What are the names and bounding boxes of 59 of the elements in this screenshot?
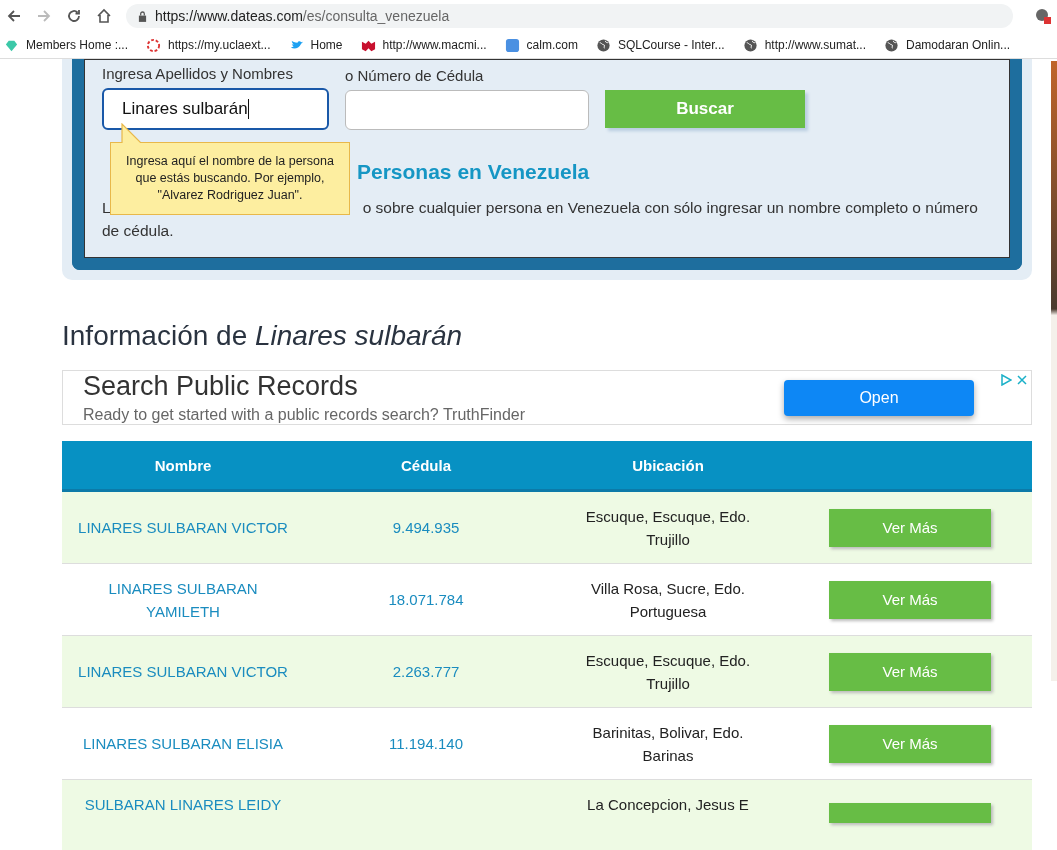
location-text: Barinitas, Bolivar, Edo. Barinas [591, 722, 745, 766]
globe-icon [884, 37, 899, 53]
bookmark[interactable]: Home [288, 37, 343, 53]
bookmark[interactable]: https://my.uclaext... [146, 37, 271, 53]
field-label: Ingresa Apellidos y Nombres [102, 65, 294, 82]
forward-icon[interactable] [36, 8, 52, 24]
lock-icon [138, 10, 147, 22]
section-heading: Personas en Venezuela [357, 160, 590, 184]
address-bar[interactable]: https://www.dateas.com/es/consulta_venezuela [126, 4, 1013, 28]
ring-icon [146, 37, 162, 53]
person-name-link[interactable]: LINARES SULBARAN ELISIA [82, 732, 284, 755]
id-number-link[interactable]: 2.263.777 [392, 663, 460, 680]
person-name-link[interactable]: SULBARAN LINARES LEIDY [84, 793, 282, 816]
bookmark[interactable]: Members Home :... [4, 37, 129, 53]
location-text: Escuque, Escuque, Edo. Trujillo [584, 650, 752, 694]
bookmark[interactable]: Damodaran Onlin... [884, 37, 1011, 53]
reload-icon[interactable] [66, 8, 82, 24]
ad-subtitle: Ready to get started with a public records search? TruthFinder [83, 406, 526, 424]
extension-icon[interactable] [1035, 8, 1051, 24]
location-text: Escuque, Escuque, Edo. Trujillo [584, 506, 752, 550]
open-button[interactable]: Open [784, 379, 974, 416]
hint-tooltip: Ingresa aquí el nombre de la persona que estás buscando. Por ejemplo, "Alvarez Rodriguez Juan". [110, 142, 350, 215]
view-more-button[interactable]: Ver Más [829, 508, 991, 547]
ad-title: Search Public Records [83, 371, 359, 402]
bookmark[interactable]: http://www.sumat... [742, 37, 866, 53]
url-text: https://www.dateas.com/es/consulta_venezuela [155, 8, 450, 24]
column-header: Cédula [400, 456, 452, 474]
close-icon[interactable] [1016, 374, 1028, 386]
column-header: Ubicación [631, 456, 705, 474]
results-title: Información de Linares sulbarán [62, 320, 464, 352]
id-number-link[interactable]: 18.071.784 [388, 591, 464, 608]
view-more-button[interactable]: Ver Más [829, 724, 991, 763]
bookmark[interactable]: SQLCourse - Inter... [595, 37, 725, 53]
globe-icon [595, 37, 611, 53]
description-text: L [102, 198, 111, 218]
back-icon[interactable] [6, 8, 22, 24]
home-icon[interactable] [96, 8, 112, 24]
name-input-field[interactable]: Linares sulbarán [102, 88, 329, 130]
id-number-input-field[interactable] [345, 90, 589, 130]
field-label: o Número de Cédula [345, 67, 485, 84]
description-text: o sobre cualquier persona en Venezuela con sólo ingresar un nombre completo o número [362, 198, 978, 218]
description-text: de cédula. [102, 221, 175, 241]
tooltip-pointer [120, 123, 144, 143]
view-more-button[interactable]: Ver Más [829, 580, 991, 619]
location-text: Villa Rosa, Sucre, Edo. Portuguesa [590, 578, 746, 622]
bookmark[interactable]: http://www.macmi... [360, 37, 487, 53]
id-number-link[interactable]: 11.194.140 [389, 735, 463, 752]
column-header: Nombre [153, 456, 213, 474]
id-number-link[interactable]: 9.494.935 [392, 519, 460, 536]
person-name-link[interactable]: LINARES SULBARAN VICTOR [78, 516, 288, 539]
search-button[interactable]: Buscar [605, 90, 805, 128]
app-icon [504, 37, 520, 53]
view-more-button[interactable]: Ver Más [829, 652, 991, 691]
ad-choices-icon[interactable] [1000, 374, 1012, 386]
bookmark[interactable]: calm.com [504, 37, 578, 53]
person-name-link[interactable]: LINARES SULBARAN YAMILETH [72, 576, 294, 623]
location-text: La Concepcion, Jesus E [586, 795, 750, 815]
globe-icon [742, 37, 758, 53]
person-name-link[interactable]: LINARES SULBARAN VICTOR [78, 660, 288, 683]
